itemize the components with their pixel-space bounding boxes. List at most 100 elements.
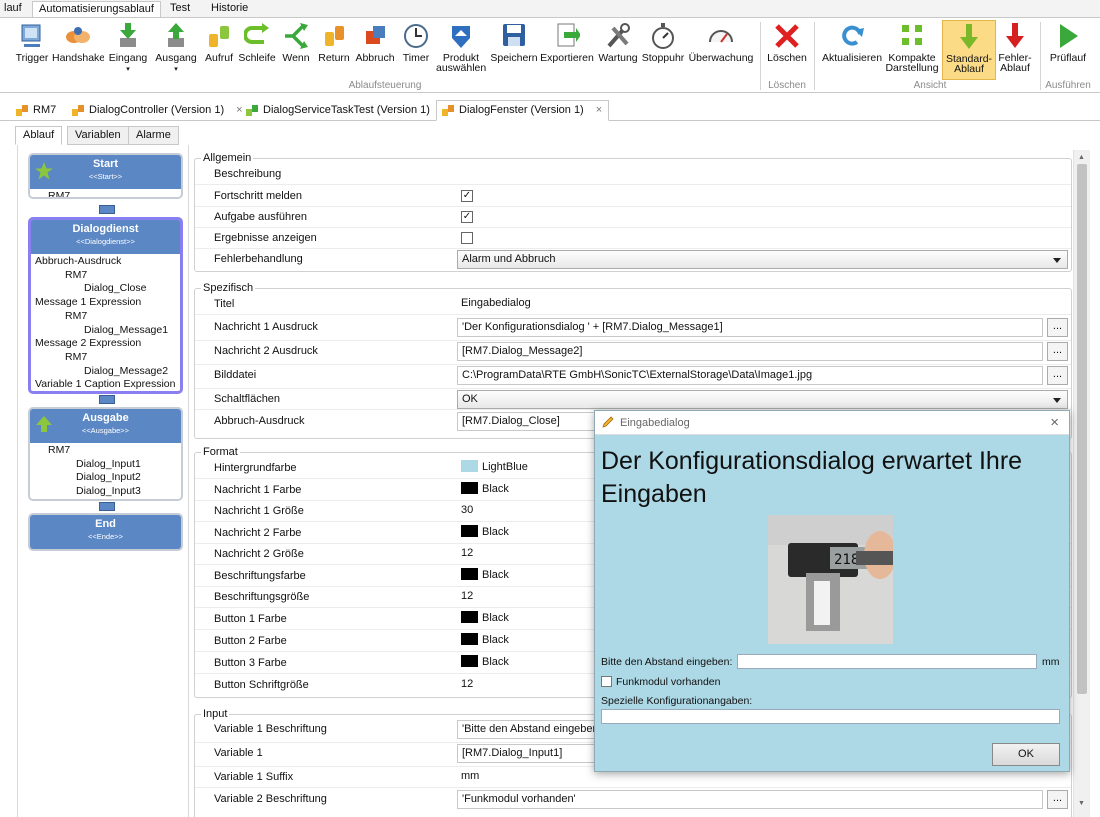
monitoring-icon <box>708 22 734 50</box>
timer-icon <box>403 22 429 50</box>
color-swatch <box>461 460 478 472</box>
funkmodul-label: Funkmodul vorhanden <box>616 676 721 688</box>
ausgabe-node[interactable]: Ausgabe <<Ausgabe>> RM7 Dialog_Input1 Dia… <box>28 407 183 501</box>
tree-item[interactable]: Variable 1 Caption Expression <box>31 378 180 391</box>
close-icon[interactable]: × <box>1050 414 1059 431</box>
menu-ablauf[interactable]: lauf <box>0 1 28 17</box>
properties-scrollbar[interactable]: ▲ ▼ <box>1073 150 1090 817</box>
tab-variablen[interactable]: Variablen <box>67 126 129 145</box>
konfiguration-input[interactable] <box>601 709 1060 724</box>
aufruf-button[interactable]: Aufruf <box>203 20 235 80</box>
tab-dialogcontroller[interactable]: DialogController (Version 1) × <box>66 100 250 121</box>
aufgabe-ausfuehren-checkbox[interactable]: ✓ <box>461 211 473 223</box>
fehlerbehandlung-select[interactable]: Alarm und Abbruch <box>457 250 1068 269</box>
tab-rm7[interactable]: RM7 <box>10 100 63 121</box>
abbruch-button[interactable]: Abbruch <box>355 20 395 80</box>
ueberwachung-button[interactable]: Überwachung <box>688 20 754 80</box>
dialogdienst-node[interactable]: Dialogdienst <<Dialogdienst>> Abbruch-Aus… <box>28 217 183 394</box>
if-branch-icon <box>283 22 309 50</box>
tree-item[interactable]: Message 2 Expression <box>31 337 180 351</box>
konfiguration-label: Spezielle Konfigurationangaben: <box>601 695 753 707</box>
output-icon <box>34 415 54 435</box>
start-node[interactable]: Start <<Start>> RM7 <box>28 153 183 199</box>
stoppuhr-button[interactable]: Stoppuhr <box>640 20 686 80</box>
fortschritt-melden-checkbox[interactable]: ✓ <box>461 190 473 202</box>
variable2-browse-button[interactable]: ... <box>1047 790 1068 809</box>
dialog-title: Eingabedialog <box>620 417 690 429</box>
scrollbar-thumb[interactable] <box>1077 164 1087 694</box>
menu-test[interactable]: Test <box>164 1 196 17</box>
loeschen-button[interactable]: Löschen <box>766 20 808 80</box>
ausgang-button[interactable]: Ausgang ▾ <box>155 20 197 80</box>
tree-item[interactable]: Dialog_Input1 <box>30 458 181 472</box>
titel-field[interactable]: Eingabedialog <box>457 295 1068 314</box>
tab-dialogfenster[interactable]: DialogFenster (Version 1) × <box>436 100 610 121</box>
ribbon-toolbar: Trigger Handshake Eingang ▾ Ausgang ▾ Aufr… <box>0 17 1100 93</box>
variable2-beschriftung-field[interactable]: 'Funkmodul vorhanden' <box>457 790 1043 809</box>
tab-ablauf[interactable]: Ablauf <box>15 126 63 145</box>
schaltflaechen-select[interactable]: OK <box>457 390 1068 409</box>
standard-ablauf-button[interactable]: Standard- Ablauf <box>942 20 996 80</box>
document-tabs: RM7 DialogController (Version 1) × Dialog… <box>0 97 1100 121</box>
tree-item[interactable]: RM7 <box>30 190 181 197</box>
scroll-down-icon[interactable]: ▼ <box>1078 800 1085 807</box>
workflow-icon <box>16 104 29 117</box>
schleife-button[interactable]: Schleife <box>238 20 276 80</box>
close-tab-icon[interactable]: × <box>596 104 602 116</box>
tree-item[interactable]: Abbruch-Ausdruck <box>31 255 180 269</box>
tree-item[interactable]: RM7 <box>31 351 180 365</box>
funkmodul-checkbox[interactable] <box>601 676 612 687</box>
bilddatei-field[interactable]: C:\ProgramData\RTE GmbH\SonicTC\External… <box>457 366 1043 385</box>
return-button[interactable]: Return <box>317 20 351 80</box>
tree-item[interactable]: RM7 <box>31 310 180 324</box>
bilddatei-browse-button[interactable]: ... <box>1047 366 1068 385</box>
tree-item[interactable]: Dialog_Message1 <box>31 324 180 338</box>
nachricht1-ausdruck-field[interactable]: 'Der Konfigurationsdialog ' + [RM7.Dialo… <box>457 318 1043 337</box>
ergebnisse-anzeigen-checkbox[interactable] <box>461 232 473 244</box>
menu-historie[interactable]: Historie <box>205 1 254 17</box>
exportieren-button[interactable]: Exportieren <box>540 20 594 80</box>
handshake-button[interactable]: Handshake <box>52 20 104 80</box>
tree-item[interactable]: Dialog_Message2 <box>31 365 180 379</box>
end-node[interactable]: End <<Ende>> <box>28 513 183 551</box>
aktualisieren-button[interactable]: Aktualisieren <box>820 20 884 80</box>
tree-item[interactable]: Dialog_Input3 <box>30 485 181 499</box>
produkt-auswaehlen-button[interactable]: Produkt auswählen <box>436 20 486 80</box>
tree-item[interactable]: Message 1 Expression <box>31 296 180 310</box>
tab-alarme[interactable]: Alarme <box>128 126 179 145</box>
tree-item[interactable]: RM7 <box>31 269 180 283</box>
timer-button[interactable]: Timer <box>400 20 432 80</box>
nachricht2-browse-button[interactable]: ... <box>1047 342 1068 361</box>
abort-icon <box>362 22 388 50</box>
loop-icon <box>243 22 270 50</box>
scroll-up-icon[interactable]: ▲ <box>1078 154 1085 161</box>
ok-button[interactable]: OK <box>992 743 1060 766</box>
tree-item[interactable]: Dialog_Input2 <box>30 471 181 485</box>
kompakte-darstellung-button[interactable]: Kompakte Darstellung <box>885 20 939 80</box>
trigger-icon <box>19 22 45 50</box>
caliper-image: 2187 <box>768 515 893 644</box>
delete-icon <box>774 22 800 50</box>
eingabe-dialog: Eingabedialog × Der Konfigurationsdialog… <box>594 410 1070 772</box>
flow-connector <box>99 502 115 511</box>
tab-dialogservicetasktest[interactable]: DialogServiceTaskTest (Version 1)× <box>240 100 455 121</box>
wenn-button[interactable]: Wenn <box>281 20 311 80</box>
menu-bar: lauf Automatisierungsablauf Test Histori… <box>0 0 1100 17</box>
trigger-button[interactable]: Trigger <box>14 20 50 80</box>
tree-item[interactable]: Dialog_Close <box>31 282 180 296</box>
pencil-icon <box>601 415 615 432</box>
workflow-icon <box>246 104 259 117</box>
wartung-button[interactable]: Wartung <box>597 20 639 80</box>
speichern-button[interactable]: Speichern <box>490 20 538 80</box>
workflow-icon <box>442 104 455 117</box>
menu-automatisierungsablauf[interactable]: Automatisierungsablauf <box>32 1 161 17</box>
abstand-input[interactable] <box>737 654 1037 669</box>
tree-item[interactable]: RM7 <box>30 444 181 458</box>
eingang-button[interactable]: Eingang ▾ <box>108 20 148 80</box>
nachricht1-browse-button[interactable]: ... <box>1047 318 1068 337</box>
pruefllauf-button[interactable]: Prüflauf <box>1046 20 1090 80</box>
beschreibung-field[interactable] <box>457 165 1068 184</box>
maintenance-icon <box>605 22 631 50</box>
nachricht2-ausdruck-field[interactable]: [RM7.Dialog_Message2] <box>457 342 1043 361</box>
fehler-ablauf-button[interactable]: Fehler- Ablauf <box>996 20 1034 80</box>
